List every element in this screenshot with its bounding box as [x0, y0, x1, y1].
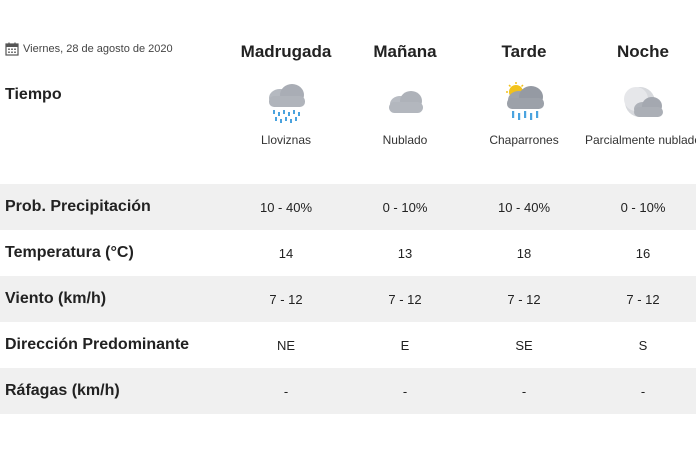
row-label: Ráfagas (km/h) [5, 382, 120, 399]
row-label: Prob. Precipitación [5, 198, 151, 215]
period-title: Mañana [373, 42, 437, 61]
cell-tarde: SE [515, 337, 533, 353]
calendar-icon [5, 42, 19, 56]
condition-label: Nublado [382, 133, 428, 147]
row-wind-direction: Dirección Predominante NE E SE S [0, 322, 696, 368]
cell-noche: S [638, 337, 648, 353]
sun-showers-icon [506, 82, 544, 120]
row-gusts: Ráfagas (km/h) - - - - [0, 368, 696, 414]
date-text: Viernes, 28 de agosto de 2020 [23, 43, 173, 55]
cell-tarde: - [521, 383, 527, 399]
period-noche: Noche Parcialmente nublado [583, 40, 696, 149]
cell-manana: 13 [397, 245, 413, 261]
cell-noche: - [640, 383, 646, 399]
cell-manana: E [400, 337, 410, 353]
period-title: Madrugada [240, 42, 332, 61]
cell-madrugada: NE [276, 337, 296, 353]
cell-madrugada: 7 - 12 [269, 291, 303, 307]
cell-tarde: 18 [516, 245, 532, 261]
period-madrugada: Madrugada Lloviznas [226, 40, 346, 149]
cell-noche: 7 - 12 [626, 291, 660, 307]
period-title: Noche [617, 42, 669, 61]
period-tarde: Tarde Chaparrones [464, 40, 584, 149]
row-label: Dirección Predominante [5, 336, 190, 353]
row-wind: Viento (km/h) 7 - 12 7 - 12 7 - 12 7 - 1… [0, 276, 696, 322]
date-header: Viernes, 28 de agosto de 2020 [5, 42, 173, 56]
partly-cloudy-night-icon [624, 87, 663, 117]
drizzle-icon [269, 84, 305, 123]
cell-tarde: 7 - 12 [507, 291, 541, 307]
cell-madrugada: 14 [278, 245, 294, 261]
period-manana: Mañana Nublado [345, 40, 465, 149]
row-label: Viento (km/h) [5, 290, 107, 307]
condition-label: Lloviznas [260, 133, 312, 147]
cell-noche: 16 [635, 245, 651, 261]
cell-madrugada: 10 - 40% [259, 199, 313, 215]
row-temperature: Temperatura (°C) 14 13 18 16 [0, 230, 696, 276]
section-title: Tiempo [5, 86, 62, 103]
condition-label: Parcialmente nublado [584, 133, 696, 147]
cell-madrugada: - [283, 383, 289, 399]
cell-manana: - [402, 383, 408, 399]
row-label: Temperatura (°C) [5, 244, 134, 261]
row-precipitation: Prob. Precipitación 10 - 40% 0 - 10% 10 … [0, 184, 696, 230]
condition-label: Chaparrones [489, 133, 559, 147]
cell-manana: 7 - 12 [388, 291, 422, 307]
cell-tarde: 10 - 40% [497, 199, 551, 215]
cell-manana: 0 - 10% [382, 199, 428, 215]
period-title: Tarde [501, 42, 547, 61]
cell-noche: 0 - 10% [620, 199, 666, 215]
cloudy-icon [389, 91, 423, 113]
